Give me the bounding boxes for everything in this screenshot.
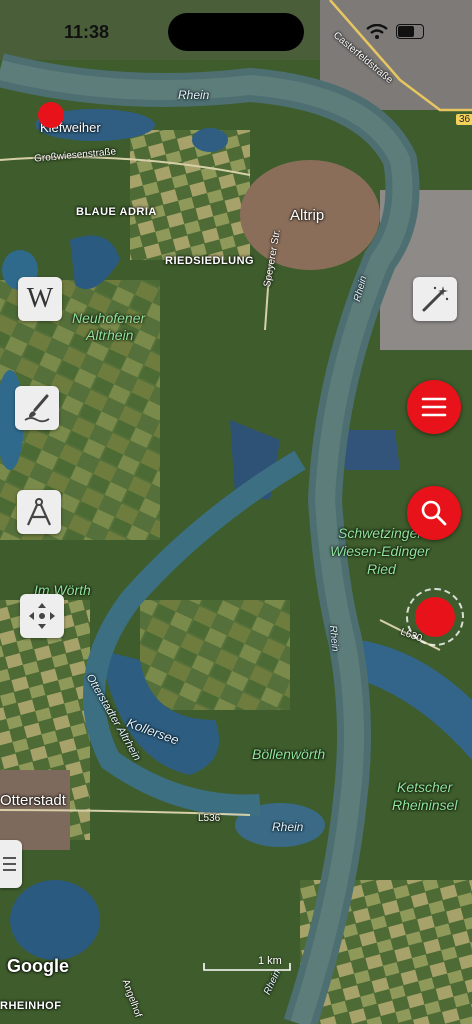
compass-ring[interactable] xyxy=(406,588,464,646)
status-bar: 11:38 xyxy=(0,0,472,60)
menu-lines-icon xyxy=(3,857,16,871)
menu-button[interactable] xyxy=(407,380,461,434)
search-icon xyxy=(421,500,447,526)
nature-label: Wiesen-Edinger xyxy=(330,543,430,559)
nature-label: Böllenwörth xyxy=(252,746,326,762)
town-label: Otterstadt xyxy=(0,792,66,809)
scale-label: 1 km xyxy=(258,955,282,967)
locate-me-icon xyxy=(415,597,455,637)
dynamic-island xyxy=(168,13,304,51)
nature-label: Schwetzinger xyxy=(338,525,423,541)
hamburger-icon xyxy=(421,397,447,417)
clock: 11:38 xyxy=(64,22,110,42)
pin-marker[interactable] xyxy=(38,102,64,128)
river-label: Rhein xyxy=(178,88,210,102)
river-label: Rhein xyxy=(327,625,341,652)
google-attribution: Google xyxy=(7,956,69,976)
nature-label: Altrhein xyxy=(86,327,134,343)
wikipedia-icon: W xyxy=(26,283,54,314)
side-menu-tab[interactable] xyxy=(0,840,22,888)
place-label: RHEINHOF xyxy=(0,1000,62,1012)
battery-icon xyxy=(396,24,424,39)
compass-tool-icon xyxy=(26,498,52,526)
pan-button[interactable] xyxy=(20,594,64,638)
nature-label: Ketscher xyxy=(397,779,453,795)
place-label: RIEDSIEDLUNG xyxy=(165,255,255,267)
measure-button[interactable] xyxy=(17,490,61,534)
place-label: BLAUE ADRIA xyxy=(76,206,157,218)
wifi-icon xyxy=(366,24,388,39)
route-shield: 36 xyxy=(456,114,472,125)
road-label: L536 xyxy=(198,813,221,824)
magic-wand-button[interactable] xyxy=(413,277,457,321)
nature-label: Rheininsel xyxy=(392,797,458,813)
draw-button[interactable] xyxy=(15,386,59,430)
move-arrows-icon xyxy=(29,603,55,629)
paintbrush-icon xyxy=(24,394,50,423)
search-button[interactable] xyxy=(407,486,461,540)
wikipedia-button[interactable]: W xyxy=(18,277,62,321)
nature-label: Neuhofener xyxy=(72,310,146,326)
magic-wand-icon xyxy=(422,286,449,312)
nature-label: Ried xyxy=(367,561,396,577)
water-label: Rhein xyxy=(272,820,304,834)
town-label: Altrip xyxy=(290,207,325,224)
